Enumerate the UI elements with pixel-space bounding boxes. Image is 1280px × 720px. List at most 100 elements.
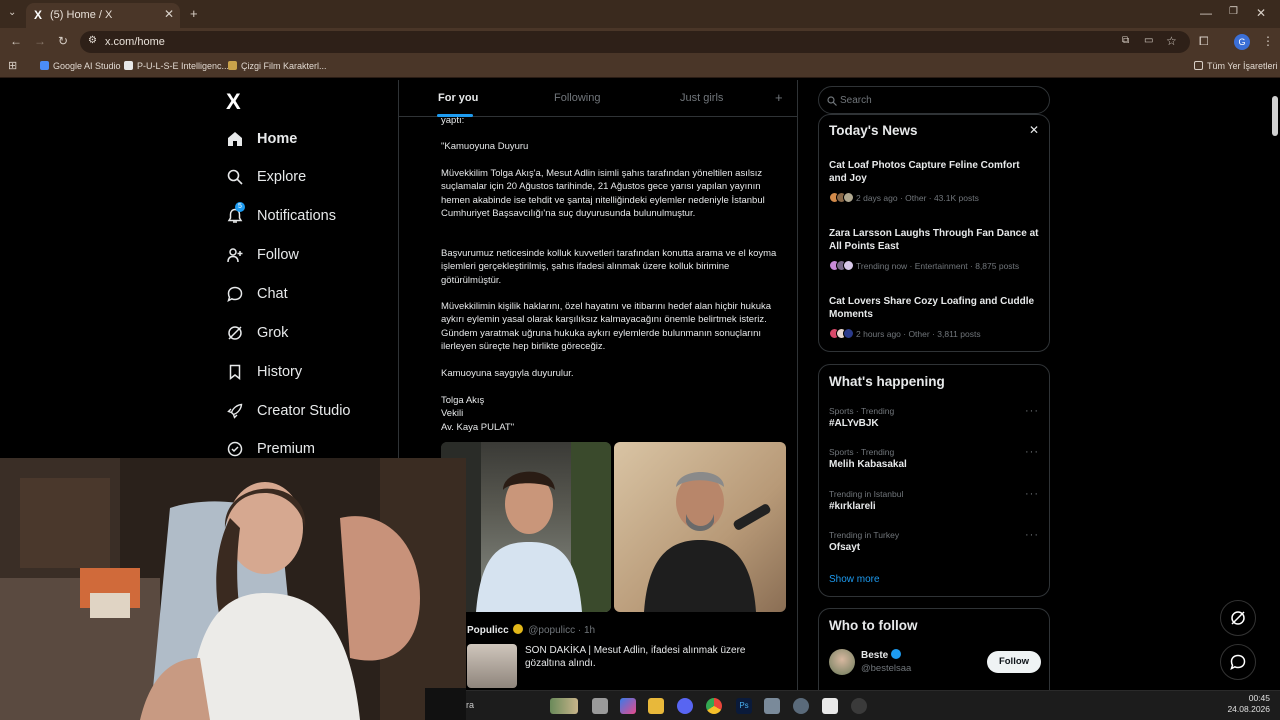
bookmark-cizgi-film[interactable]: Çizgi Film Karakterl... xyxy=(228,61,327,71)
news-item-title[interactable]: Zara Larsson Laughs Through Fan Dance at… xyxy=(829,227,1039,253)
timeline-tabs: For you Following Just girls + xyxy=(399,80,797,117)
news-item-title[interactable]: Cat Lovers Share Cozy Loafing and Cuddle… xyxy=(829,295,1039,321)
messages-fab-icon[interactable] xyxy=(1220,644,1256,680)
widgets-icon[interactable] xyxy=(550,698,578,714)
nav-home[interactable]: Home xyxy=(226,125,297,153)
nav-explore[interactable]: Explore xyxy=(226,163,306,191)
tab-title: (5) Home / X xyxy=(50,9,113,21)
bell-icon: 5 xyxy=(226,202,245,225)
close-icon[interactable]: ✕ xyxy=(1029,123,1039,137)
post-signature: Tolga Akış Vekili Av. Kaya PULAT" xyxy=(441,395,515,433)
task-view-icon[interactable] xyxy=(592,698,608,714)
back-icon[interactable]: ← xyxy=(10,34,22,48)
copilot-icon[interactable] xyxy=(620,698,636,714)
trend-name[interactable]: #ALYvBJK xyxy=(829,418,879,429)
minimize-icon[interactable]: — xyxy=(1200,6,1212,20)
home-icon xyxy=(226,130,244,148)
rocket-icon xyxy=(226,402,244,420)
app-icon[interactable] xyxy=(822,698,838,714)
extensions-icon[interactable]: ⧠ xyxy=(1199,34,1209,49)
webcam-overlay xyxy=(0,458,466,720)
settings-icon[interactable] xyxy=(793,698,809,714)
new-tab-icon[interactable]: + xyxy=(190,6,198,21)
nav-label: Notifications xyxy=(257,208,336,224)
reload-icon[interactable]: ↻ xyxy=(58,34,68,48)
browser-tab-strip: ⌄ X (5) Home / X ✕ + — ❐ ✕ xyxy=(0,0,1280,28)
next-post-header: Populicc @populicc · 1h xyxy=(467,624,595,636)
nav-history[interactable]: History xyxy=(226,358,302,386)
avatar-stack xyxy=(829,328,854,339)
translate-icon[interactable]: ⧉ xyxy=(1122,35,1129,46)
bookmark-pulse[interactable]: P-U-L-S-E Intelligenc... xyxy=(124,61,229,71)
trend-name[interactable]: Melih Kabasakal xyxy=(829,459,907,470)
more-options-icon[interactable]: ··· xyxy=(1025,529,1039,541)
page-scrollbar[interactable] xyxy=(1272,82,1278,690)
tab-search-icon[interactable]: ⌄ xyxy=(8,7,16,18)
forward-icon[interactable]: → xyxy=(34,34,46,48)
show-more-link[interactable]: Show more xyxy=(829,574,880,585)
photoshop-icon[interactable]: Ps xyxy=(736,698,752,714)
clock[interactable]: 00:45 24.08.2026 xyxy=(1227,693,1270,715)
scrollbar-thumb[interactable] xyxy=(1272,96,1278,136)
add-tab-icon[interactable]: + xyxy=(775,90,783,105)
quoted-post-text: SON DAKİKA | Mesut Adlin, ifadesi alınma… xyxy=(525,645,746,669)
news-item-meta: Trending now · Entertainment · 8,875 pos… xyxy=(829,260,1019,271)
close-icon[interactable]: ✕ xyxy=(164,7,174,21)
os-taskbar: ra Ps 00:45 24.08.2026 xyxy=(466,690,1280,720)
star-icon[interactable]: ☆ xyxy=(1166,34,1177,48)
site-info-icon[interactable]: ⚙ xyxy=(88,35,97,46)
post-image-right[interactable] xyxy=(614,442,786,612)
url-text: x.com/home xyxy=(105,36,165,48)
avatar-stack xyxy=(829,260,854,271)
trend-category: Trending in Turkey xyxy=(829,530,900,540)
notification-badge: 5 xyxy=(235,202,245,212)
nav-creator-studio[interactable]: Creator Studio xyxy=(226,397,351,425)
nav-follow[interactable]: Follow xyxy=(226,241,299,269)
restore-icon[interactable]: ❐ xyxy=(1229,6,1238,17)
nav-grok[interactable]: Grok xyxy=(226,319,288,347)
person-add-icon xyxy=(226,246,244,264)
chrome-icon[interactable] xyxy=(706,698,722,714)
profile-avatar[interactable]: G xyxy=(1234,34,1250,50)
post-handle[interactable]: @populicc xyxy=(528,625,575,636)
follow-button[interactable]: Follow xyxy=(987,651,1041,673)
bookmark-google-ai-studio[interactable]: Google AI Studio xyxy=(40,61,121,71)
apps-icon[interactable]: ⊞ xyxy=(8,59,17,72)
network-app-icon[interactable] xyxy=(764,698,780,714)
more-options-icon[interactable]: ··· xyxy=(1025,446,1039,458)
more-options-icon[interactable]: ··· xyxy=(1025,405,1039,417)
tab-following[interactable]: Following xyxy=(554,92,600,104)
discord-icon[interactable] xyxy=(677,698,693,714)
x-logo-icon[interactable]: X xyxy=(226,89,241,115)
clock-date: 24.08.2026 xyxy=(1227,704,1270,714)
search-input[interactable]: Search xyxy=(818,86,1050,114)
url-field[interactable]: ⚙ x.com/home xyxy=(80,31,1190,53)
card-title: Today's News xyxy=(829,123,918,138)
all-bookmarks-folder[interactable]: Tüm Yer İşaretleri xyxy=(1194,61,1278,71)
post-author[interactable]: Populicc xyxy=(467,625,509,636)
menu-icon[interactable]: ⋮ xyxy=(1262,34,1274,48)
who-to-follow-card: Who to follow Beste @bestelsaa Follow xyxy=(818,608,1050,690)
window-close-icon[interactable]: ✕ xyxy=(1256,6,1266,20)
quoted-post-thumbnail[interactable] xyxy=(467,644,517,688)
post-image-left[interactable] xyxy=(441,442,611,612)
news-item-title[interactable]: Cat Loaf Photos Capture Feline Comfort a… xyxy=(829,159,1039,185)
more-options-icon[interactable]: ··· xyxy=(1025,488,1039,500)
cast-icon[interactable]: ▭ xyxy=(1144,35,1153,46)
obs-icon[interactable] xyxy=(851,698,867,714)
nav-chat[interactable]: Chat xyxy=(226,280,288,308)
taskbar-search-text[interactable]: ra xyxy=(466,700,474,710)
bookmarks-bar: ⊞ Google AI Studio P-U-L-S-E Intelligenc… xyxy=(0,56,1280,78)
trend-name[interactable]: #kırklareli xyxy=(829,501,876,512)
browser-tab[interactable]: X (5) Home / X ✕ xyxy=(26,3,180,28)
avatar[interactable] xyxy=(829,649,855,675)
file-explorer-icon[interactable] xyxy=(648,698,664,714)
grok-fab-icon[interactable] xyxy=(1220,600,1256,636)
tab-for-you[interactable]: For you xyxy=(438,92,478,104)
nav-label: Grok xyxy=(257,325,289,341)
tab-just-girls[interactable]: Just girls xyxy=(680,92,723,104)
trend-name[interactable]: Ofsayt xyxy=(829,542,860,553)
suggestion-name[interactable]: Beste xyxy=(861,649,902,661)
post-paragraph: Müvekkilimin kişilik haklarını, özel hay… xyxy=(441,301,772,352)
nav-notifications[interactable]: 5 Notifications xyxy=(226,202,336,230)
